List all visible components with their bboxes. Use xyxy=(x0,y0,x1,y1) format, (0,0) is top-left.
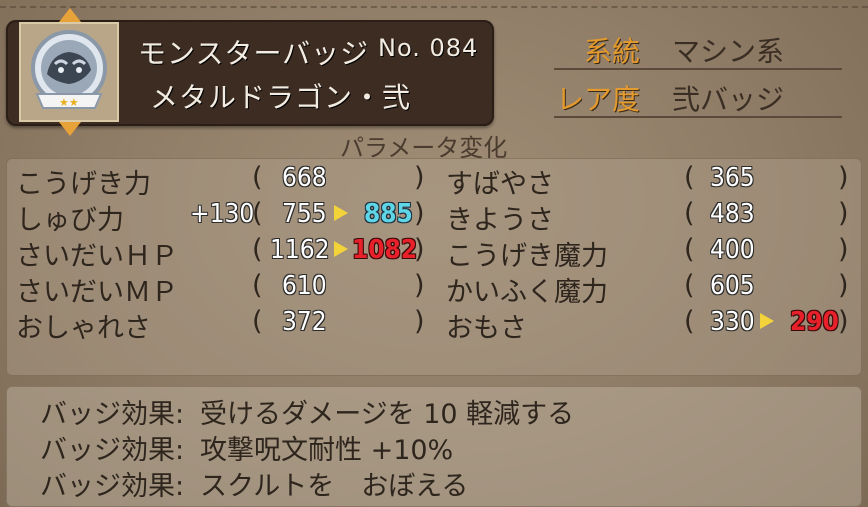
badge-category: モンスターバッジ xyxy=(138,37,370,70)
stat-label: さいだいＭＰ xyxy=(16,277,178,308)
stat-label: こうげき魔力 xyxy=(446,241,608,272)
badge-number: No. 084 xyxy=(378,34,479,62)
badge-portrait: ★★ xyxy=(19,22,119,122)
open-paren: ( xyxy=(252,270,263,301)
rarity-label: レア度 xyxy=(556,83,641,116)
open-paren: ( xyxy=(684,162,695,193)
stat-current: 755 xyxy=(282,199,327,229)
stat-label: おもさ xyxy=(446,313,527,344)
close-paren: ) xyxy=(414,198,425,229)
close-paren: ) xyxy=(838,270,849,301)
down-arrow-icon[interactable] xyxy=(59,122,81,136)
stat-current: 372 xyxy=(282,307,327,337)
yellow-triangle-icon xyxy=(760,313,774,329)
close-paren: ) xyxy=(414,270,425,301)
stat-label: こうげき力 xyxy=(16,169,151,200)
yellow-triangle-icon xyxy=(334,241,348,257)
stat-current: 605 xyxy=(710,271,755,301)
close-paren: ) xyxy=(414,234,425,265)
stat-label: きようさ xyxy=(446,205,554,236)
effect-label: バッジ効果: xyxy=(40,435,185,466)
type-underline xyxy=(554,68,842,70)
type-value: マシン系 xyxy=(672,35,785,68)
close-paren: ) xyxy=(838,162,849,193)
stat-label: かいふく魔力 xyxy=(446,277,608,308)
close-paren: ) xyxy=(838,306,849,337)
badge-name: メタルドラゴン・弐 xyxy=(150,81,412,114)
effect-text: 攻撃呪文耐性 +10% xyxy=(200,435,454,466)
stat-new: 290 xyxy=(790,307,839,337)
stat-label: おしゃれさ xyxy=(16,313,151,344)
open-paren: ( xyxy=(252,234,263,265)
stat-current: 483 xyxy=(710,199,755,229)
open-paren: ( xyxy=(252,162,263,193)
top-stitch-border xyxy=(0,6,868,10)
type-label: 系統 xyxy=(584,35,641,68)
rarity-value: 弐バッジ xyxy=(672,83,785,116)
close-paren: ) xyxy=(838,198,849,229)
yellow-triangle-icon xyxy=(334,205,348,221)
stat-new: 1082 xyxy=(352,235,418,265)
close-paren: ) xyxy=(414,306,425,337)
open-paren: ( xyxy=(684,270,695,301)
stat-new: 885 xyxy=(364,199,413,229)
open-paren: ( xyxy=(684,234,695,265)
effect-text: スクルトを おぼえる xyxy=(200,471,469,502)
stat-bonus: +130 xyxy=(190,199,255,229)
stat-current: 1162 xyxy=(270,235,330,265)
stat-current: 610 xyxy=(282,271,327,301)
effect-label: バッジ効果: xyxy=(40,471,185,502)
up-arrow-icon[interactable] xyxy=(59,8,81,22)
stat-current: 330 xyxy=(710,307,755,337)
stat-label: しゅび力 xyxy=(16,205,124,236)
stat-current: 365 xyxy=(710,163,755,193)
stat-current: 668 xyxy=(282,163,327,193)
stat-current: 400 xyxy=(710,235,755,265)
metal-dragon-badge-icon: ★★ xyxy=(31,30,107,109)
svg-text:★★: ★★ xyxy=(59,96,79,109)
close-paren: ) xyxy=(414,162,425,193)
stat-label: さいだいＨＰ xyxy=(16,241,178,272)
open-paren: ( xyxy=(252,306,263,337)
open-paren: ( xyxy=(684,306,695,337)
effect-text: 受けるダメージを 10 軽減する xyxy=(200,399,575,430)
open-paren: ( xyxy=(684,198,695,229)
open-paren: ( xyxy=(252,198,263,229)
stat-label: すばやさ xyxy=(446,169,554,200)
close-paren: ) xyxy=(838,234,849,265)
rarity-underline xyxy=(554,116,842,118)
effect-label: バッジ効果: xyxy=(40,399,185,430)
